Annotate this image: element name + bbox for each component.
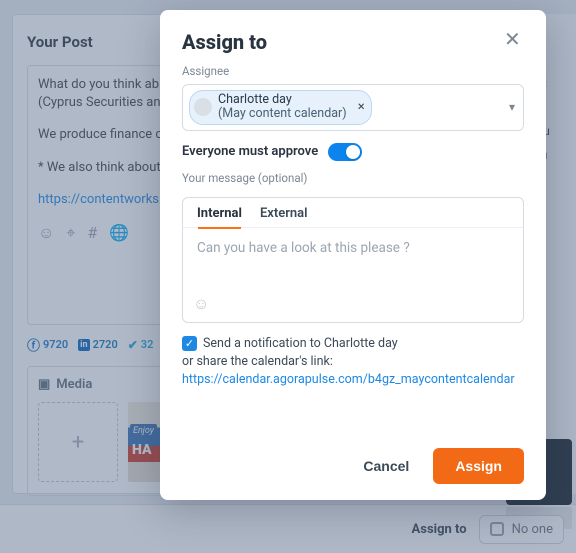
modal-title: Assign to bbox=[182, 30, 267, 54]
tab-internal[interactable]: Internal bbox=[197, 206, 242, 227]
chevron-down-icon[interactable]: ▾ bbox=[509, 100, 515, 114]
assign-button[interactable]: Assign bbox=[433, 448, 524, 484]
calendar-link[interactable]: https://calendar.agorapulse.com/b4gz_may… bbox=[182, 372, 515, 387]
assignee-label: Assignee bbox=[182, 64, 524, 78]
approve-label: Everyone must approve bbox=[182, 144, 318, 159]
message-box: Internal External Can you have a look at… bbox=[182, 197, 524, 323]
image-icon: ▣ bbox=[38, 377, 50, 392]
add-media-button[interactable]: + bbox=[38, 402, 118, 482]
emoji-icon[interactable]: ☺ bbox=[193, 294, 209, 313]
globe-icon[interactable]: 🌐 bbox=[109, 223, 129, 243]
assignee-dropdown[interactable]: Charlotte day (May content calendar) × ▾ bbox=[182, 84, 524, 131]
notify-checkbox[interactable]: ✓ bbox=[182, 336, 197, 351]
notify-line1: Send a notification to Charlotte day bbox=[203, 335, 398, 353]
assignee-name: Charlotte day bbox=[218, 93, 347, 107]
notify-line2: or share the calendar's link: bbox=[182, 353, 524, 371]
media-label: Media bbox=[56, 377, 92, 392]
li-count: in2720 bbox=[78, 338, 118, 351]
post-link[interactable]: https://contentworks.c bbox=[38, 192, 169, 207]
approve-toggle[interactable] bbox=[328, 143, 362, 161]
remove-chip-icon[interactable]: × bbox=[358, 100, 365, 115]
location-icon[interactable]: ⌖ bbox=[66, 223, 75, 243]
emoji-icon[interactable]: ☺ bbox=[38, 223, 54, 243]
message-label: Your message (optional) bbox=[182, 171, 524, 185]
footer-assign-label: Assign to bbox=[412, 522, 467, 537]
avatar bbox=[194, 98, 212, 116]
tab-external[interactable]: External bbox=[260, 206, 308, 227]
assignee-sub: (May content calendar) bbox=[218, 107, 347, 121]
message-input[interactable]: Can you have a look at this please ? bbox=[183, 228, 523, 290]
fb-count: ⓕ9720 bbox=[27, 335, 68, 354]
cancel-button[interactable]: Cancel bbox=[353, 448, 419, 484]
assignee-chip: Charlotte day (May content calendar) × bbox=[189, 90, 372, 125]
hashtag-icon[interactable]: # bbox=[87, 223, 97, 243]
assign-modal: Assign to ✕ Assignee Charlotte day (May … bbox=[160, 10, 546, 500]
assignee-selector-label: No one bbox=[512, 522, 553, 537]
checkbox-empty-icon bbox=[490, 522, 504, 536]
close-icon[interactable]: ✕ bbox=[504, 30, 524, 50]
assignee-selector[interactable]: No one bbox=[479, 515, 564, 544]
tw-count: ✔32 bbox=[128, 338, 154, 352]
notification-block: ✓ Send a notification to Charlotte day o… bbox=[182, 335, 524, 389]
